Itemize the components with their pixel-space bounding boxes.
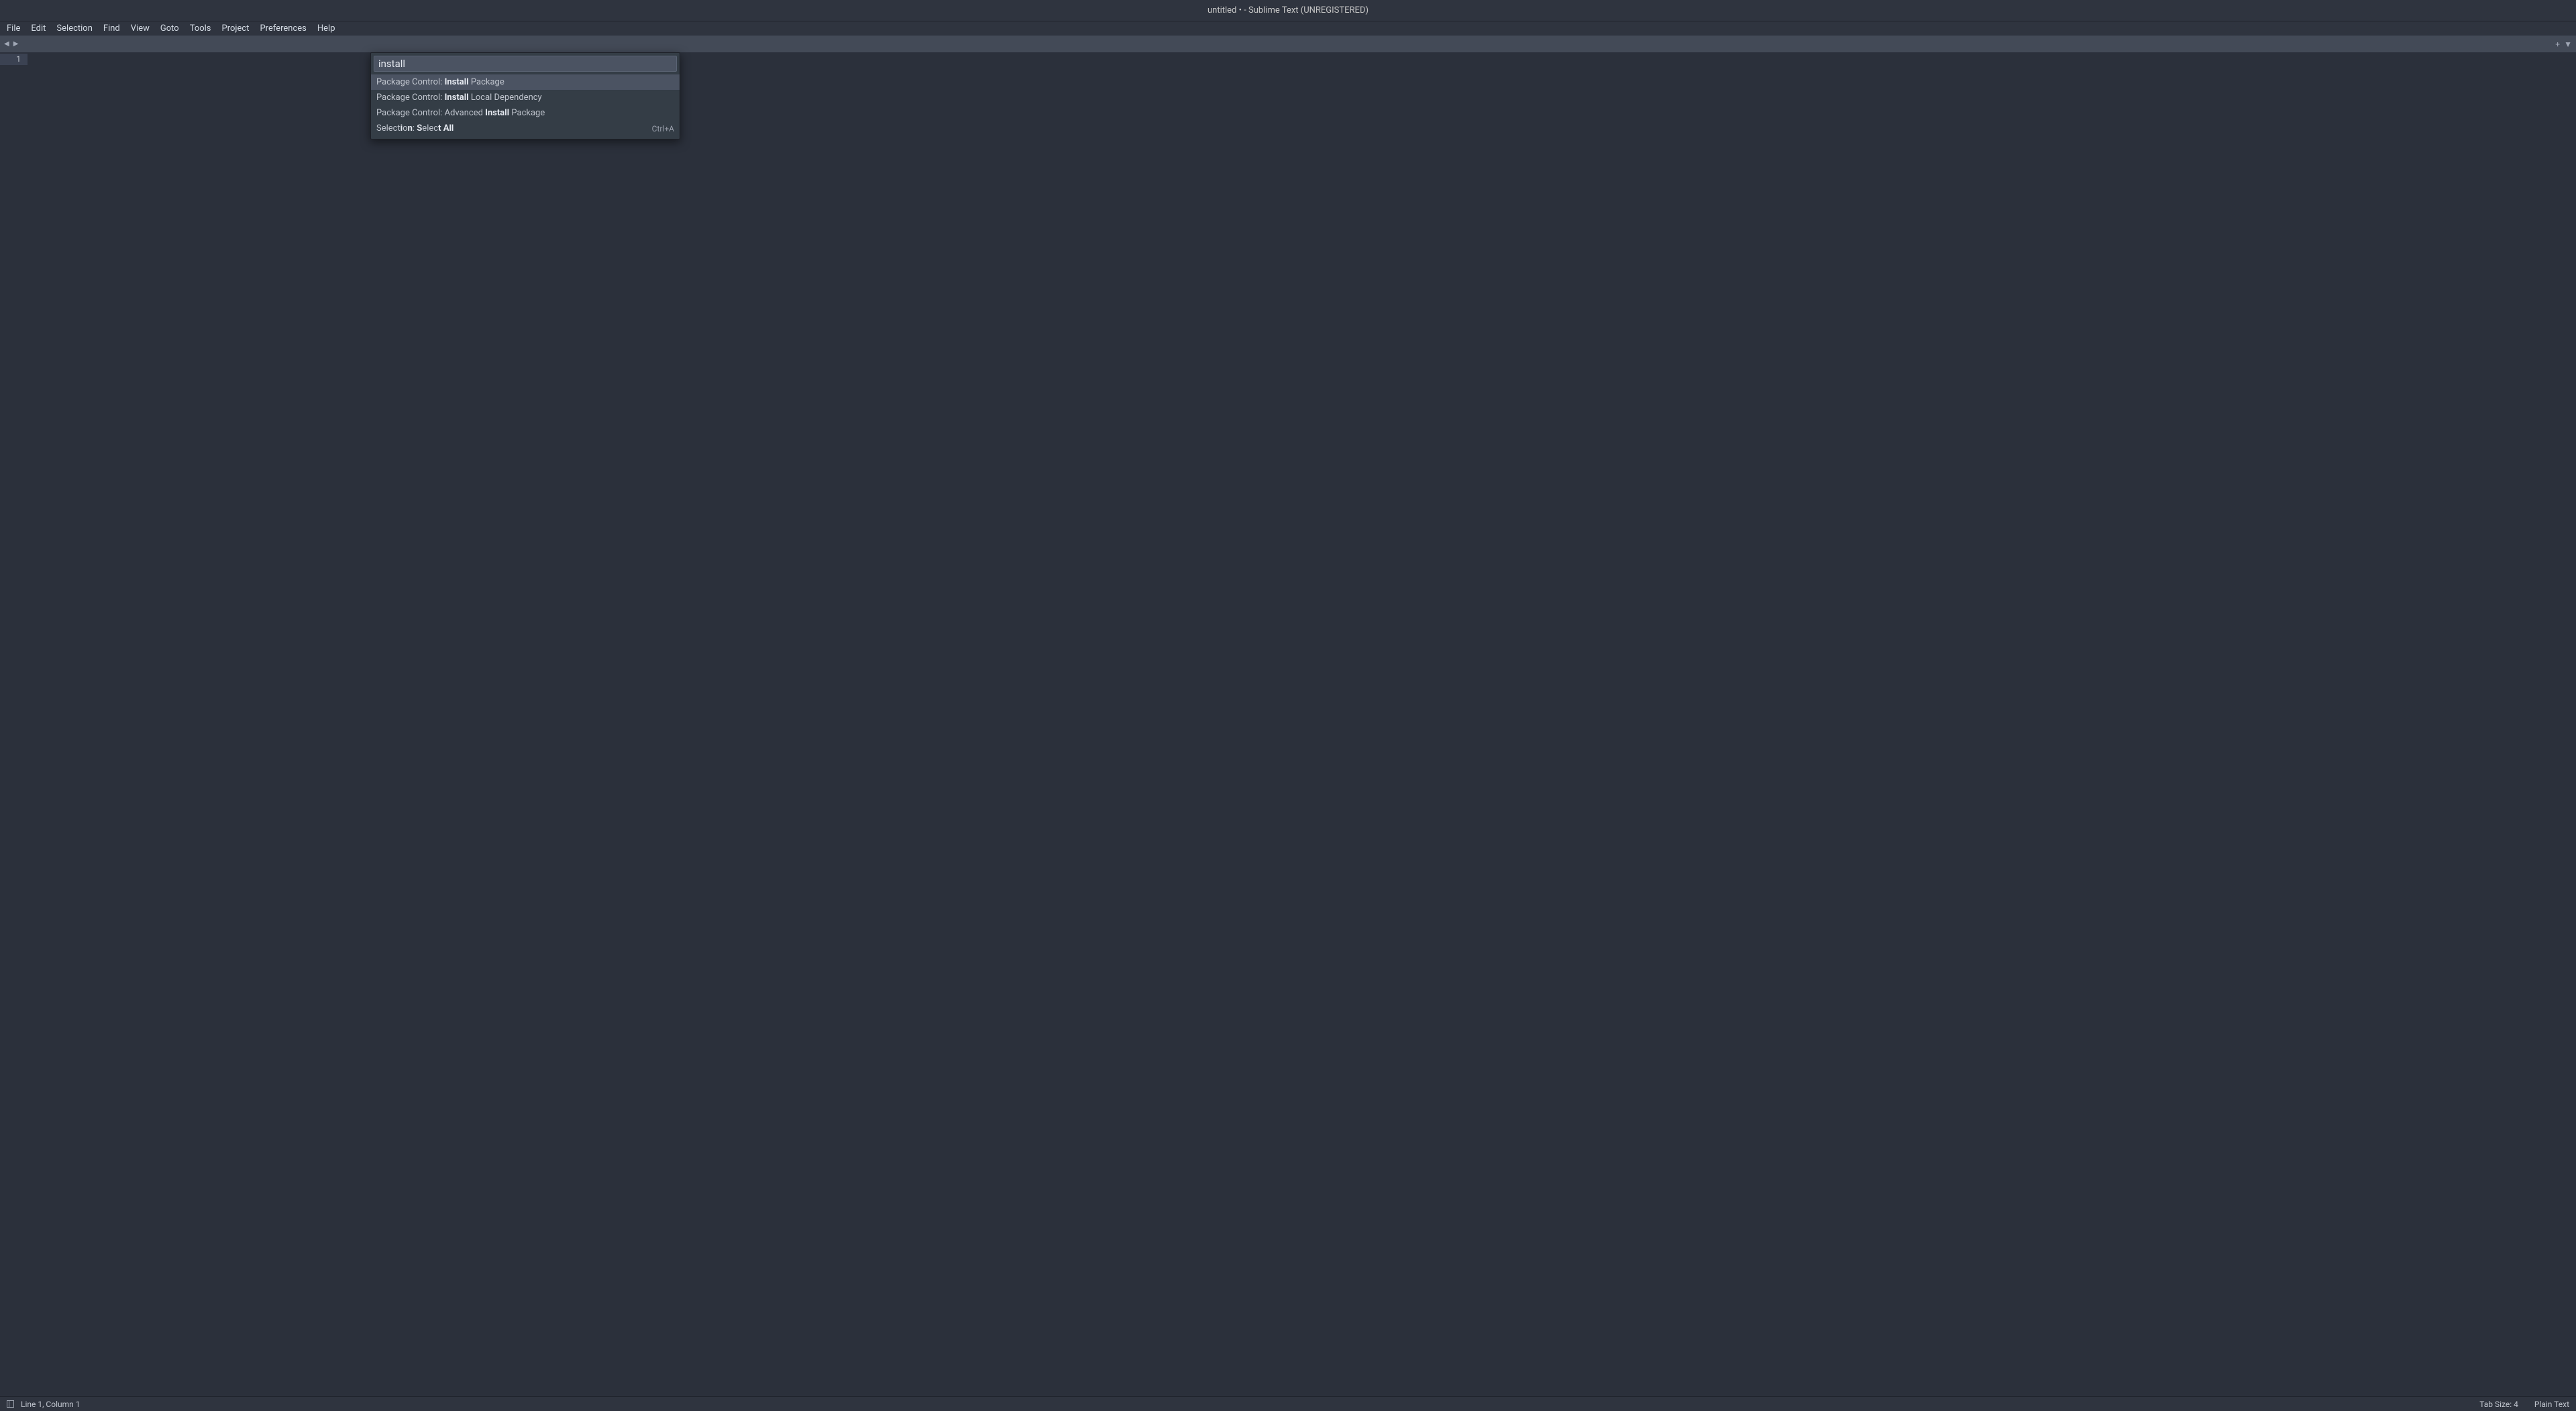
tabnav: ◀ ▶ (0, 40, 19, 48)
menu-edit[interactable]: Edit (25, 23, 51, 34)
statusbar-left: Line 1, Column 1 (7, 1400, 80, 1409)
command-palette-item-1[interactable]: Package Control: Install Local Dependenc… (371, 90, 680, 105)
command-palette-input-wrap (374, 56, 677, 72)
status-syntax[interactable]: Plain Text (2534, 1400, 2569, 1409)
command-palette-item-label: Package Control: Install Local Dependenc… (376, 93, 542, 103)
menu-preferences[interactable]: Preferences (254, 23, 311, 34)
gutter-line-1: 1 (0, 54, 28, 65)
statusbar-right: Tab Size: 4 Plain Text (2479, 1400, 2569, 1409)
menu-find[interactable]: Find (98, 23, 125, 34)
tab-dropdown-icon[interactable]: ▼ (2564, 40, 2572, 49)
command-palette-item-shortcut: Ctrl+A (652, 124, 674, 133)
command-palette-item-3[interactable]: Selection: Select All Ctrl+A (371, 121, 680, 136)
menu-goto[interactable]: Goto (155, 23, 184, 34)
command-palette: Package Control: Install Package Package … (370, 52, 680, 139)
sidebar-toggle-icon[interactable] (7, 1400, 14, 1408)
editor-area: 1 Package Control: Install PackagePackag… (0, 52, 2576, 1396)
tabbar: ◀ ▶ + ▼ (0, 36, 2576, 52)
command-palette-item-0[interactable]: Package Control: Install Package (371, 74, 680, 90)
command-palette-item-label: Package Control: Advanced Install Packag… (376, 108, 545, 118)
tab-forward-icon[interactable]: ▶ (12, 40, 20, 48)
gutter: 1 (0, 52, 28, 1396)
new-tab-icon[interactable]: + (2555, 40, 2560, 49)
app-window: untitled • - Sublime Text (UNREGISTERED)… (0, 0, 2576, 1411)
command-palette-list: Package Control: Install Package Package … (371, 74, 680, 139)
menu-selection[interactable]: Selection (51, 23, 97, 34)
window-title: untitled • - Sublime Text (UNREGISTERED) (1208, 5, 1368, 15)
command-palette-item-label: Selection: Select All (376, 123, 453, 133)
code-area[interactable]: Package Control: Install Package Package … (28, 52, 2576, 1396)
command-palette-item-label: Package Control: Install Package (376, 77, 504, 87)
menu-view[interactable]: View (125, 23, 155, 34)
menu-tools[interactable]: Tools (184, 23, 217, 34)
menu-file[interactable]: File (1, 23, 25, 34)
menu-project[interactable]: Project (217, 23, 255, 34)
statusbar: Line 1, Column 1 Tab Size: 4 Plain Text (0, 1396, 2576, 1411)
tabbar-right: + ▼ (2555, 40, 2572, 49)
menu-help[interactable]: Help (312, 23, 341, 34)
status-position[interactable]: Line 1, Column 1 (21, 1400, 80, 1409)
status-tabsize[interactable]: Tab Size: 4 (2479, 1400, 2518, 1409)
titlebar: untitled • - Sublime Text (UNREGISTERED) (0, 0, 2576, 21)
command-palette-input[interactable] (378, 58, 672, 70)
command-palette-item-2[interactable]: Package Control: Advanced Install Packag… (371, 105, 680, 121)
menubar: File Edit Selection Find View Goto Tools… (0, 21, 2576, 36)
tab-back-icon[interactable]: ◀ (3, 40, 11, 48)
